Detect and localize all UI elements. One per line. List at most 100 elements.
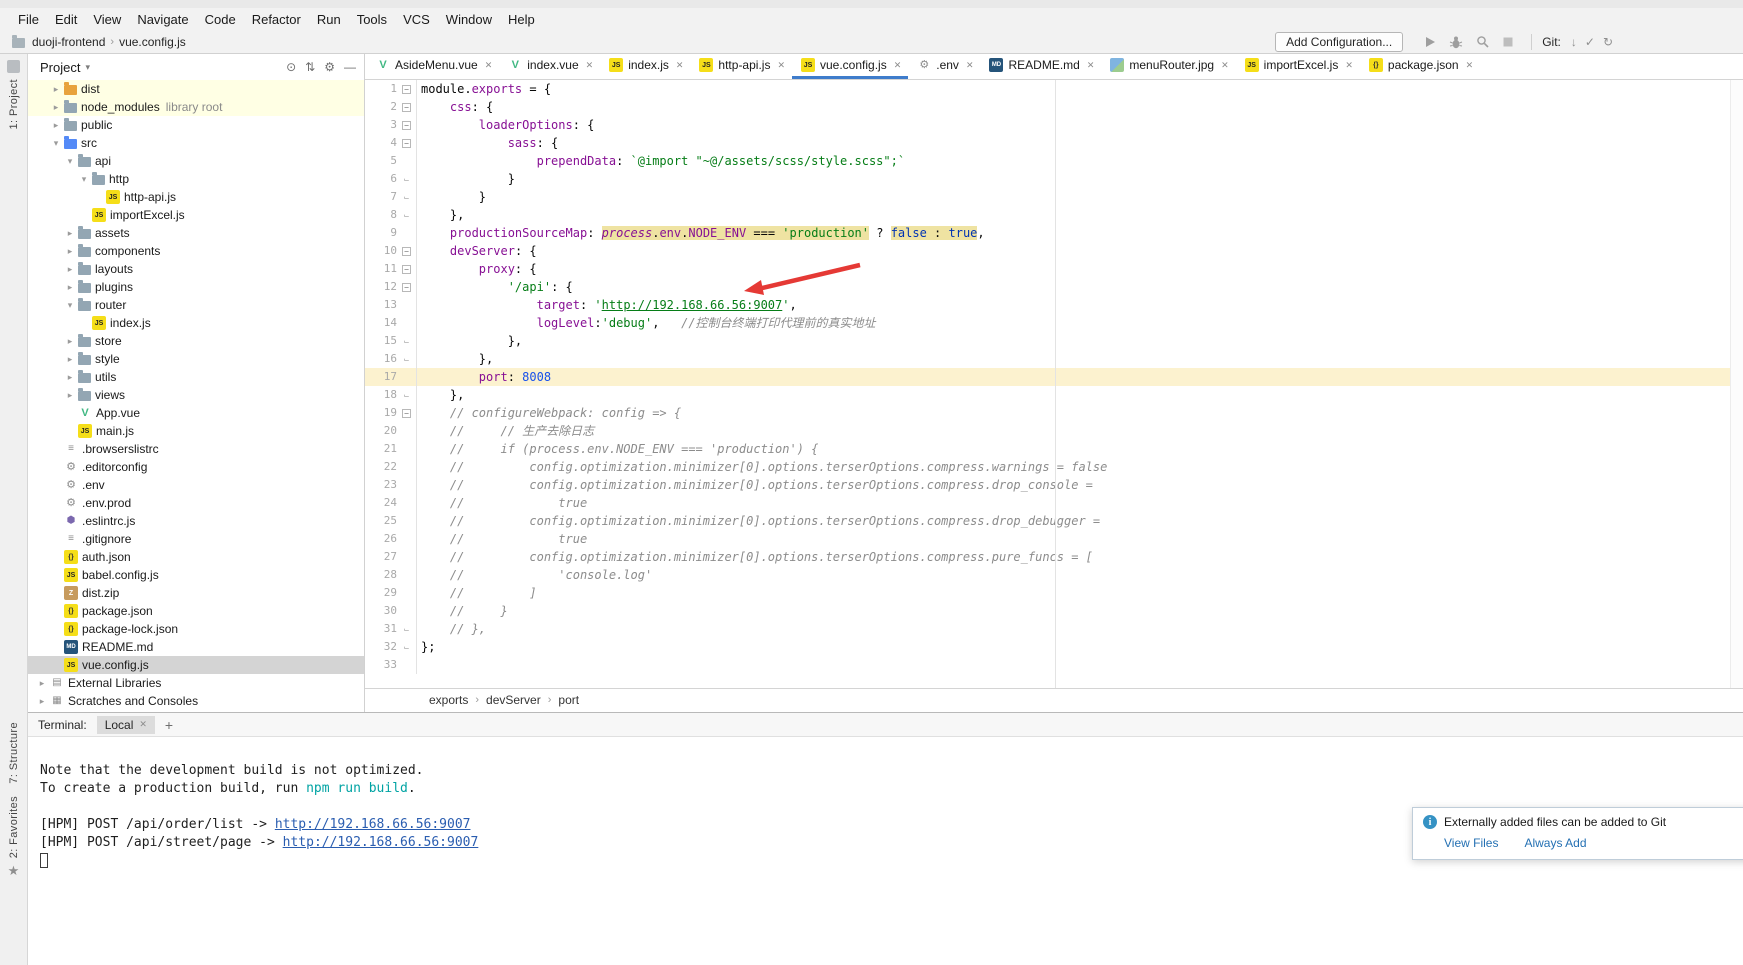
editor-tab-readme-md[interactable]: MDREADME.md✕ xyxy=(980,54,1101,79)
chevron-right-icon[interactable]: ▸ xyxy=(50,102,62,113)
tree-item-vue-config-js[interactable]: JSvue.config.js xyxy=(28,656,364,674)
tree-item-dist[interactable]: ▸dist xyxy=(28,80,364,98)
close-icon[interactable]: ✕ xyxy=(894,60,902,71)
stop-icon[interactable] xyxy=(1499,33,1517,51)
close-icon[interactable]: ✕ xyxy=(676,60,684,71)
view-files-link[interactable]: View Files xyxy=(1444,836,1498,850)
chevron-right-icon[interactable]: ▸ xyxy=(64,390,76,401)
chevron-down-icon[interactable]: ▾ xyxy=(78,174,90,185)
editor-tab-menurouter-jpg[interactable]: menuRouter.jpg✕ xyxy=(1101,54,1235,79)
tree-item-scratches-and-consoles[interactable]: ▸▦Scratches and Consoles xyxy=(28,692,364,710)
git-refresh-icon[interactable]: ↻ xyxy=(1603,35,1613,49)
new-terminal-session-icon[interactable]: + xyxy=(165,717,173,733)
breadcrumb-project[interactable]: duoji-frontend xyxy=(32,35,105,49)
fold-collapse-icon[interactable]: − xyxy=(397,404,417,422)
chevron-right-icon[interactable]: ▸ xyxy=(64,282,76,293)
editor-tab-asidemenu-vue[interactable]: VAsideMenu.vue✕ xyxy=(367,54,499,79)
chevron-right-icon[interactable]: ▸ xyxy=(64,336,76,347)
fold-collapse-icon[interactable]: − xyxy=(397,116,417,134)
fold-end-icon[interactable]: ⌐ xyxy=(397,350,417,368)
tree-item-gitignore[interactable]: ≡.gitignore xyxy=(28,530,364,548)
menu-item-view[interactable]: View xyxy=(85,10,129,29)
chevron-right-icon[interactable]: ▸ xyxy=(36,678,48,689)
menu-item-tools[interactable]: Tools xyxy=(349,10,395,29)
tree-item-importexcel-js[interactable]: JSimportExcel.js xyxy=(28,206,364,224)
menu-item-vcs[interactable]: VCS xyxy=(395,10,438,29)
fold-end-icon[interactable]: ⌐ xyxy=(397,188,417,206)
debug-icon[interactable] xyxy=(1447,33,1465,51)
menu-item-help[interactable]: Help xyxy=(500,10,543,29)
menu-item-edit[interactable]: Edit xyxy=(47,10,85,29)
breadcrumb-port[interactable]: port xyxy=(558,693,579,707)
fold-end-icon[interactable]: ⌐ xyxy=(397,638,417,656)
close-icon[interactable]: ✕ xyxy=(485,60,493,71)
tree-item-http-api-js[interactable]: JShttp-api.js xyxy=(28,188,364,206)
close-icon[interactable]: ✕ xyxy=(1087,60,1095,71)
close-icon[interactable]: ✕ xyxy=(1221,60,1229,71)
fold-collapse-icon[interactable]: − xyxy=(397,278,417,296)
chevron-right-icon[interactable]: ▸ xyxy=(64,372,76,383)
close-icon[interactable]: ✕ xyxy=(966,60,974,71)
tree-item-src[interactable]: ▾src xyxy=(28,134,364,152)
fold-collapse-icon[interactable]: − xyxy=(397,98,417,116)
chevron-right-icon[interactable]: ▸ xyxy=(50,120,62,131)
fold-collapse-icon[interactable]: − xyxy=(397,80,417,98)
terminal-link[interactable]: http://192.168.66.56:9007 xyxy=(283,835,479,850)
menu-item-window[interactable]: Window xyxy=(438,10,500,29)
tree-item-store[interactable]: ▸store xyxy=(28,332,364,350)
tree-item-components[interactable]: ▸components xyxy=(28,242,364,260)
breadcrumb-devserver[interactable]: devServer xyxy=(486,693,541,707)
tree-item-dist-zip[interactable]: Zdist.zip xyxy=(28,584,364,602)
fold-end-icon[interactable]: ⌐ xyxy=(397,206,417,224)
tree-item-babel-config-js[interactable]: JSbabel.config.js xyxy=(28,566,364,584)
terminal-cursor[interactable] xyxy=(40,853,48,868)
close-icon[interactable]: ✕ xyxy=(1345,60,1353,71)
tree-item-assets[interactable]: ▸assets xyxy=(28,224,364,242)
terminal-tab-local[interactable]: Local ✕ xyxy=(97,716,155,734)
tree-item-app-vue[interactable]: VApp.vue xyxy=(28,404,364,422)
editor-tab-vue-config-js[interactable]: JSvue.config.js✕ xyxy=(792,54,908,79)
tool-stripe-favorites[interactable]: 2: Favorites ★ xyxy=(2,796,26,877)
chevron-right-icon[interactable]: ▸ xyxy=(36,696,48,707)
menu-item-refactor[interactable]: Refactor xyxy=(244,10,309,29)
close-icon[interactable]: ✕ xyxy=(1466,60,1474,71)
project-panel-title[interactable]: Project xyxy=(40,60,80,75)
menu-item-run[interactable]: Run xyxy=(309,10,349,29)
chevron-right-icon[interactable]: ▸ xyxy=(64,228,76,239)
add-configuration-button[interactable]: Add Configuration... xyxy=(1275,32,1403,52)
tree-item-external-libraries[interactable]: ▸▤External Libraries xyxy=(28,674,364,692)
chevron-right-icon[interactable]: ▸ xyxy=(50,84,62,95)
tree-item-package-lock-json[interactable]: {}package-lock.json xyxy=(28,620,364,638)
git-update-icon[interactable]: ↓ xyxy=(1571,35,1577,49)
always-add-link[interactable]: Always Add xyxy=(1524,836,1586,850)
tree-item-package-json[interactable]: {}package.json xyxy=(28,602,364,620)
code-editor[interactable]: 1−module.exports = {2− css: {3− loaderOp… xyxy=(365,80,1743,688)
terminal-title[interactable]: Terminal: xyxy=(38,718,87,732)
tree-item-index-js[interactable]: JSindex.js xyxy=(28,314,364,332)
close-icon[interactable]: ✕ xyxy=(777,60,785,71)
fold-end-icon[interactable]: ⌐ xyxy=(397,620,417,638)
tree-item-editorconfig[interactable]: ⚙.editorconfig xyxy=(28,458,364,476)
tree-item-style[interactable]: ▸style xyxy=(28,350,364,368)
tool-stripe-structure[interactable]: 7: Structure xyxy=(2,722,26,784)
fold-collapse-icon[interactable]: − xyxy=(397,134,417,152)
menu-item-file[interactable]: File xyxy=(10,10,47,29)
close-icon[interactable]: ✕ xyxy=(139,719,147,730)
editor-tab-index-vue[interactable]: Vindex.vue✕ xyxy=(499,54,600,79)
breadcrumb-exports[interactable]: exports xyxy=(429,693,468,707)
fold-collapse-icon[interactable]: − xyxy=(397,242,417,260)
tool-stripe-project[interactable]: 1: Project xyxy=(2,60,26,129)
menu-item-code[interactable]: Code xyxy=(197,10,244,29)
editor-tab-env[interactable]: ⚙.env✕ xyxy=(908,54,980,79)
tree-item-main-js[interactable]: JSmain.js xyxy=(28,422,364,440)
tree-item-env-prod[interactable]: ⚙.env.prod xyxy=(28,494,364,512)
tree-item-eslintrc-js[interactable]: ⬢.eslintrc.js xyxy=(28,512,364,530)
tree-item-utils[interactable]: ▸utils xyxy=(28,368,364,386)
tree-item-readme-md[interactable]: MDREADME.md xyxy=(28,638,364,656)
coverage-icon[interactable] xyxy=(1473,33,1491,51)
tree-item-env[interactable]: ⚙.env xyxy=(28,476,364,494)
chevron-down-icon[interactable]: ▾ xyxy=(64,300,76,311)
editor-tab-http-api-js[interactable]: JShttp-api.js✕ xyxy=(690,54,792,79)
editor-tab-importexcel-js[interactable]: JSimportExcel.js✕ xyxy=(1236,54,1360,79)
settings-gear-icon[interactable]: ⚙ xyxy=(324,60,335,74)
